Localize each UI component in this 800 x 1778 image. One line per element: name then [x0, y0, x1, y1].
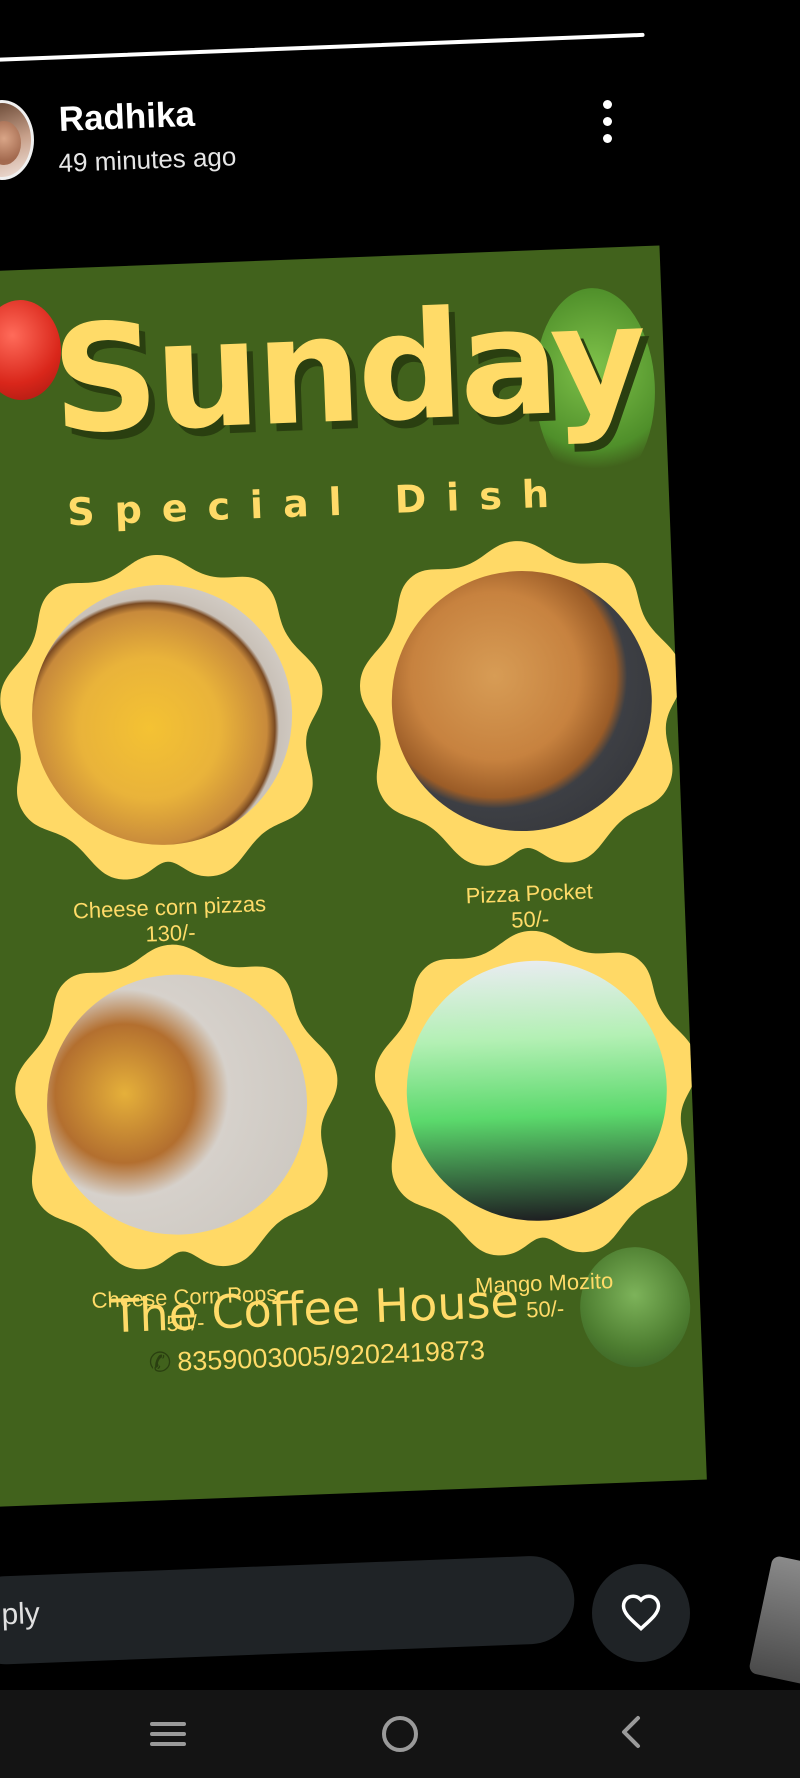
- phone-icon: ✆: [148, 1347, 172, 1378]
- home-icon[interactable]: [378, 1712, 424, 1758]
- system-nav-bar: [0, 1690, 800, 1778]
- like-button[interactable]: [592, 1564, 690, 1662]
- post-time: 49 minutes ago: [58, 141, 237, 178]
- story-image[interactable]: Sunday Special Dish Cheese corn pizzas 1…: [0, 245, 707, 1510]
- user-name[interactable]: Radhika: [58, 95, 196, 140]
- more-dot: [603, 100, 612, 109]
- avatar-face: [0, 121, 21, 165]
- reply-input[interactable]: ply: [0, 1554, 576, 1666]
- phone-numbers: 8359003005/9202419873: [176, 1334, 486, 1377]
- recents-line: [150, 1742, 186, 1746]
- avatar[interactable]: [0, 100, 34, 180]
- heart-icon: [621, 1594, 661, 1632]
- recents-line: [150, 1732, 186, 1736]
- more-dot: [603, 134, 612, 143]
- story-viewer-screen: Radhika 49 minutes ago Sunday Special Di…: [0, 0, 800, 1778]
- next-story-peek[interactable]: [748, 1555, 800, 1685]
- dish-item: Cheese corn pizzas 130/-: [0, 553, 331, 947]
- more-dot: [603, 117, 612, 126]
- story-title: Sunday: [48, 272, 647, 467]
- recents-icon[interactable]: [146, 1712, 192, 1758]
- story-subtitle: Special Dish: [66, 471, 570, 535]
- back-icon[interactable]: [612, 1712, 658, 1758]
- dish-item: Cheese Corn Pops 50/-: [0, 943, 346, 1336]
- story-progress-bar: [0, 32, 645, 62]
- chevron-left-icon: [622, 1716, 640, 1748]
- dish-item: Mango Mozito 50/-: [356, 929, 706, 1322]
- recents-line: [150, 1722, 186, 1726]
- more-options-icon[interactable]: [595, 100, 621, 144]
- home-circle: [382, 1716, 418, 1752]
- dish-item: Pizza Pocket 50/-: [341, 539, 691, 933]
- reply-placeholder: ply: [0, 1596, 41, 1632]
